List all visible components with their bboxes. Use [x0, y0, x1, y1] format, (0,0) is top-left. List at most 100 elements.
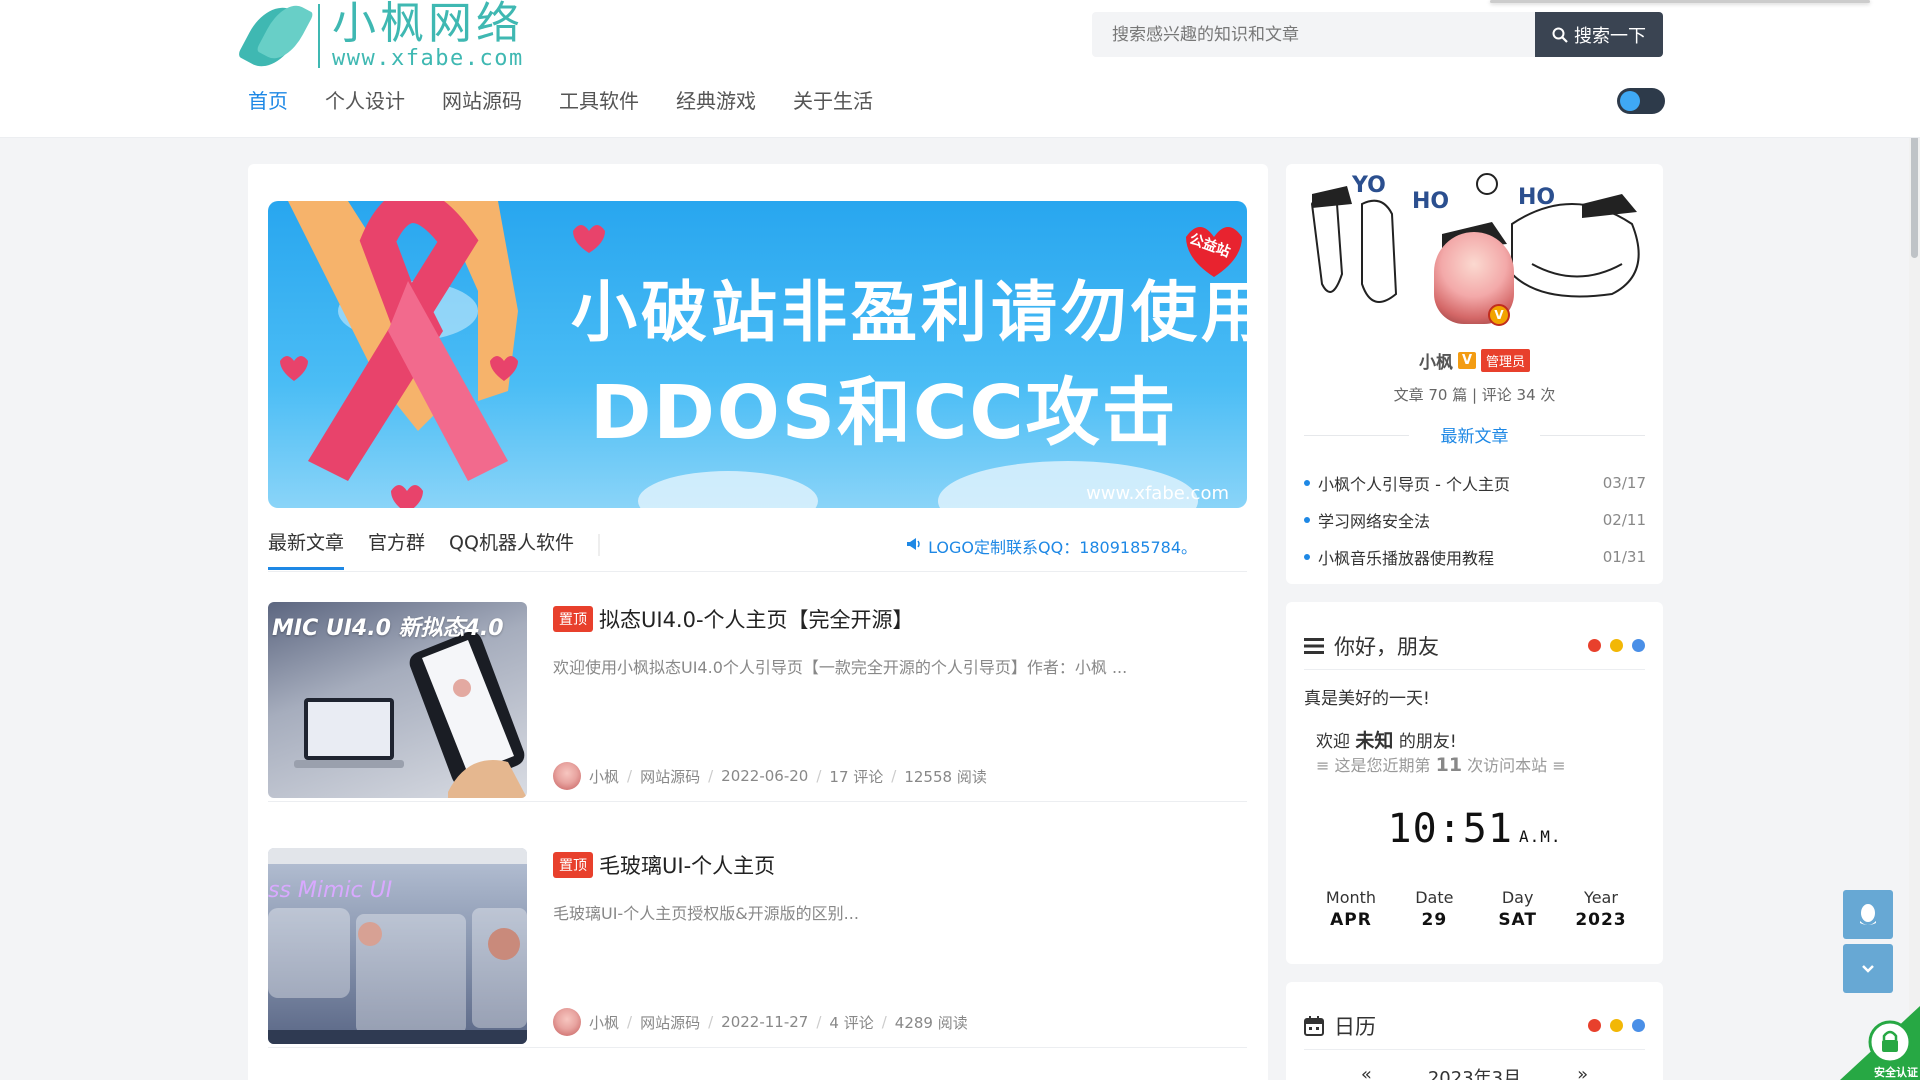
author-name[interactable]: 小枫 [589, 766, 619, 787]
calendar-month-nav: « 2023年3月 » [1286, 1064, 1663, 1080]
article-meta: 小枫 / 网站源码 / 2022-06-20 / 17 评论 / 12558 阅… [553, 762, 987, 790]
nav-item-source[interactable]: 网站源码 [442, 86, 522, 116]
latest-post-title[interactable]: 小枫个人引导页 - 个人主页 [1304, 471, 1510, 495]
date-value: SAT [1498, 910, 1537, 930]
thumbnail-caption: MIC UI4.0 新拟态4.0 [272, 616, 504, 641]
banner-subheadline: DDOS和CC攻击 [590, 370, 1178, 456]
date-label: Day [1501, 888, 1534, 907]
article-category[interactable]: 网站源码 [640, 1012, 700, 1033]
date-value: APR [1330, 910, 1372, 930]
vip-tag: V [1457, 352, 1477, 369]
calendar-next-button[interactable]: » [1577, 1064, 1588, 1080]
security-certification-badge[interactable]: 安全认证 [1840, 1006, 1920, 1080]
nav-item-design[interactable]: 个人设计 [325, 86, 405, 116]
clock: 10:51 A.M. [1286, 806, 1663, 852]
notice[interactable]: LOGO定制联系QQ：1809185784。 [906, 534, 1197, 558]
dark-mode-toggle[interactable] [1617, 88, 1665, 114]
search-button[interactable]: 搜索一下 [1535, 12, 1663, 57]
article-comments: 17 评论 [829, 767, 884, 786]
profile-name: 小枫 [1418, 353, 1453, 373]
admin-tag: 管理员 [1481, 349, 1531, 372]
leaf-logo-icon [237, 0, 315, 77]
main-content: 小破站非盈利请勿使用 DDOS和CC攻击 公益站 www.xfabe.com 最… [248, 164, 1268, 1080]
notice-text: LOGO定制联系QQ：1809185784。 [928, 538, 1197, 557]
date-value: 2023 [1575, 910, 1627, 930]
window-dots [1588, 639, 1645, 652]
article-excerpt: 欢迎使用小枫拟态UI4.0个人引导页【一款完全开源的个人引导页】作者：小枫 ..… [553, 658, 1128, 677]
author-name[interactable]: 小枫 [589, 1012, 619, 1033]
article-title[interactable]: 拟态UI4.0-个人主页【完全开源】 [599, 604, 914, 634]
author-avatar[interactable] [553, 762, 581, 790]
logo-url: www.xfabe.com [332, 46, 524, 71]
date-grid: Month APR Date 29 Day SAT Year 2023 [1316, 888, 1636, 930]
megaphone-icon [907, 538, 920, 550]
article-item[interactable]: MIC UI4.0 新拟态4.0 置顶 拟态UI4.0-个人主页【完全开源】 欢… [268, 602, 1247, 802]
list-item[interactable]: 小枫个人引导页 - 个人主页 03/17 [1304, 464, 1646, 501]
verified-badge-icon: V [1488, 304, 1510, 326]
date-label: Month [1325, 888, 1377, 907]
latest-post-date: 02/11 [1602, 510, 1646, 529]
profile-card: YO HO HO V 小枫 V 管理员 文章 70 篇 | 评论 34 次 最新… [1286, 164, 1663, 584]
menu-icon [1304, 637, 1324, 654]
pinned-badge: 置顶 [553, 606, 593, 632]
tab-divider [597, 534, 600, 556]
article-reads: 4289 阅读 [894, 1013, 968, 1032]
search-button-label: 搜索一下 [1574, 25, 1646, 47]
nav-item-home[interactable]: 首页 [248, 86, 288, 116]
article-meta: 小枫 / 网站源码 / 2022-11-27 / 4 评论 / 4289 阅读 [553, 1008, 968, 1036]
cover-word: HO [1518, 185, 1555, 210]
tab-qq-bot[interactable]: QQ机器人软件 [449, 528, 574, 567]
search-input[interactable] [1092, 12, 1535, 57]
latest-post-date: 03/17 [1602, 473, 1646, 492]
article-title[interactable]: 毛玻璃UI-个人主页 [599, 850, 775, 880]
calendar-card: 日历 « 2023年3月 » [1286, 982, 1663, 1080]
pinned-badge: 置顶 [553, 852, 593, 878]
window-dots [1588, 1019, 1645, 1032]
thumbnail-caption: ss Mimic UI [268, 878, 393, 903]
cover-word: HO [1412, 189, 1449, 214]
scroll-down-button[interactable] [1843, 944, 1893, 993]
banner[interactable]: 小破站非盈利请勿使用 DDOS和CC攻击 公益站 www.xfabe.com [268, 201, 1247, 508]
latest-post-title[interactable]: 学习网络安全法 [1304, 508, 1430, 532]
nav-item-games[interactable]: 经典游戏 [676, 86, 756, 116]
main-nav: 首页 个人设计 网站源码 工具软件 经典游戏 关于生活 [248, 86, 910, 116]
list-item[interactable]: 小枫音乐播放器使用教程 01/31 [1304, 538, 1646, 575]
clock-ampm: A.M. [1518, 827, 1562, 846]
nav-item-life[interactable]: 关于生活 [793, 86, 873, 116]
greeting-line: 真是美好的一天! [1304, 689, 1430, 709]
greeting-card: 你好，朋友 真是美好的一天! 欢迎 未知 的朋友! ≡ 这是您近期第 11 次访… [1286, 602, 1663, 964]
latest-posts-list: 小枫个人引导页 - 个人主页 03/17 学习网络安全法 02/11 小枫音乐播… [1304, 464, 1646, 575]
search-bar: 搜索一下 [1092, 12, 1663, 57]
latest-post-date: 01/31 [1602, 547, 1646, 566]
article-category[interactable]: 网站源码 [640, 766, 700, 787]
visitor-name: 未知 [1355, 730, 1394, 752]
toggle-knob [1620, 91, 1640, 111]
search-icon [1552, 27, 1568, 43]
dot-red [1588, 639, 1601, 652]
profile-stats: 文章 70 篇 | 评论 34 次 [1393, 386, 1556, 404]
article-date: 2022-11-27 [721, 1013, 809, 1031]
tab-latest[interactable]: 最新文章 [268, 528, 345, 570]
qq-icon [1860, 903, 1876, 925]
author-avatar[interactable] [553, 1008, 581, 1036]
welcome-text: 欢迎 未知 的朋友! [1316, 730, 1457, 752]
nav-item-tools[interactable]: 工具软件 [559, 86, 639, 116]
latest-posts-title: 最新文章 [1286, 422, 1663, 447]
site-logo[interactable]: 小枫网络 www.xfabe.com [237, 0, 524, 77]
article-tabs: 最新文章 官方群 QQ机器人软件 LOGO定制联系QQ：1809185784。 [268, 528, 1247, 572]
greeting-title: 你好，朋友 [1334, 634, 1439, 659]
calendar-icon [1304, 1015, 1324, 1036]
article-item[interactable]: ss Mimic UI 置顶 毛玻璃UI-个人主页 毛玻璃UI-个人主页授权版&… [268, 848, 1247, 1048]
visit-count-text: ≡ 这是您近期第 11 次访问本站 ≡ [1316, 754, 1566, 776]
latest-post-title[interactable]: 小枫音乐播放器使用教程 [1304, 545, 1494, 569]
date-label: Date [1415, 888, 1454, 907]
qq-contact-button[interactable] [1843, 890, 1893, 939]
calendar-prev-button[interactable]: « [1361, 1064, 1372, 1080]
banner-url: www.xfabe.com [1086, 483, 1229, 504]
list-item[interactable]: 学习网络安全法 02/11 [1304, 501, 1646, 538]
article-excerpt: 毛玻璃UI-个人主页授权版&开源版的区别... [553, 904, 859, 923]
tab-official-group[interactable]: 官方群 [368, 528, 425, 567]
logo-name: 小枫网络 [332, 0, 524, 49]
page-scrollbar[interactable] [1909, 0, 1920, 1080]
article-reads: 12558 阅读 [904, 767, 987, 786]
